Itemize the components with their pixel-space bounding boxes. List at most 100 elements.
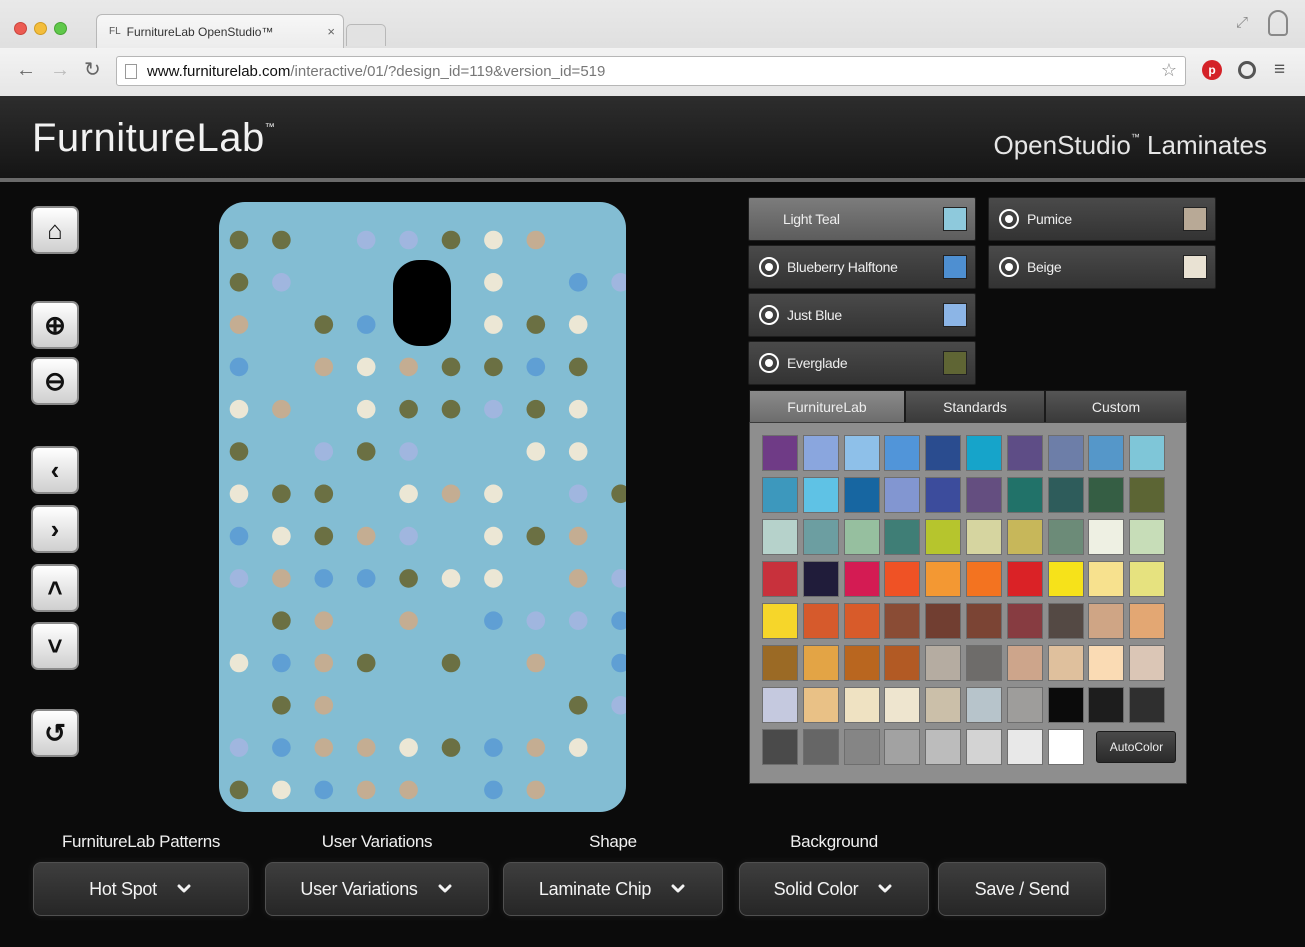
reload-icon[interactable]: ↻	[84, 60, 101, 80]
dropdown-user-variations[interactable]: User Variations	[265, 862, 489, 916]
color-slot[interactable]: Just Blue	[748, 293, 976, 337]
color-slot[interactable]: Everglade	[748, 341, 976, 385]
color-swatch[interactable]	[1047, 687, 1084, 723]
arrow-right-button[interactable]: ›	[31, 505, 79, 553]
color-swatch[interactable]	[884, 645, 921, 681]
color-swatch[interactable]	[802, 687, 839, 723]
tab-close-icon[interactable]: ×	[327, 24, 343, 39]
color-swatch[interactable]	[1047, 645, 1084, 681]
dropdown-furniturelab-patterns[interactable]: Hot Spot	[33, 862, 249, 916]
color-swatch[interactable]	[1088, 645, 1125, 681]
color-swatch[interactable]	[1129, 519, 1166, 555]
color-swatch[interactable]	[802, 645, 839, 681]
color-swatch[interactable]	[1047, 435, 1084, 471]
color-swatch[interactable]	[762, 687, 798, 723]
tab-standards[interactable]: Standards	[905, 390, 1045, 422]
color-swatch[interactable]	[802, 603, 839, 639]
color-swatch[interactable]	[1006, 435, 1043, 471]
color-swatch[interactable]	[762, 603, 798, 639]
color-swatch[interactable]	[1129, 477, 1166, 513]
color-swatch[interactable]	[966, 687, 1002, 723]
color-swatch[interactable]	[802, 519, 839, 555]
color-swatch[interactable]	[1047, 519, 1084, 555]
color-swatch[interactable]	[1006, 729, 1043, 765]
color-swatch[interactable]	[925, 435, 962, 471]
color-swatch[interactable]	[1006, 519, 1043, 555]
color-swatch[interactable]	[843, 435, 880, 471]
color-swatch[interactable]	[1129, 435, 1166, 471]
autocolor-button[interactable]: AutoColor	[1096, 731, 1177, 763]
color-swatch[interactable]	[762, 561, 798, 597]
back-icon[interactable]: ←	[16, 60, 36, 80]
color-swatch[interactable]	[802, 477, 839, 513]
color-swatch[interactable]	[925, 519, 962, 555]
tab-custom[interactable]: Custom	[1045, 390, 1187, 422]
color-swatch[interactable]	[1047, 561, 1084, 597]
color-swatch[interactable]	[1088, 561, 1125, 597]
color-swatch[interactable]	[884, 603, 921, 639]
color-swatch[interactable]	[925, 561, 962, 597]
color-swatch[interactable]	[925, 687, 962, 723]
radio-button[interactable]	[759, 257, 779, 277]
reset-button[interactable]: ↺	[31, 709, 79, 757]
home-button[interactable]: ⌂	[31, 206, 79, 254]
color-swatch[interactable]	[1047, 477, 1084, 513]
close-window-button[interactable]	[14, 22, 27, 35]
tab-furniturelab[interactable]: FurnitureLab	[749, 390, 905, 422]
color-swatch[interactable]	[843, 561, 880, 597]
arrow-down-button[interactable]: ˅	[31, 622, 79, 670]
color-swatch[interactable]	[802, 561, 839, 597]
zoom-in-button[interactable]: ⊕	[31, 301, 79, 349]
color-slot[interactable]: Beige	[988, 245, 1216, 289]
zoom-window-button[interactable]	[54, 22, 67, 35]
color-swatch[interactable]	[1129, 561, 1166, 597]
color-swatch[interactable]	[1047, 603, 1084, 639]
menu-icon[interactable]: ≡	[1274, 60, 1285, 80]
color-swatch[interactable]	[762, 435, 798, 471]
color-swatch[interactable]	[843, 645, 880, 681]
color-swatch[interactable]	[884, 729, 921, 765]
color-swatch[interactable]	[966, 519, 1002, 555]
bookmark-star-icon[interactable]: ☆	[1161, 60, 1177, 81]
color-slot[interactable]: Blueberry Halftone	[748, 245, 976, 289]
color-swatch[interactable]	[1088, 477, 1125, 513]
color-swatch[interactable]	[1006, 561, 1043, 597]
fullscreen-icon[interactable]: ⤢	[1236, 14, 1248, 31]
arrow-up-button[interactable]: ˄	[31, 564, 79, 612]
color-swatch[interactable]	[843, 477, 880, 513]
radio-button[interactable]	[759, 305, 779, 325]
color-slot[interactable]: Pumice	[988, 197, 1216, 241]
color-swatch[interactable]	[884, 561, 921, 597]
color-swatch[interactable]	[1006, 687, 1043, 723]
color-swatch[interactable]	[925, 645, 962, 681]
color-swatch[interactable]	[843, 729, 880, 765]
color-swatch[interactable]	[1088, 603, 1125, 639]
color-swatch[interactable]	[884, 435, 921, 471]
color-swatch[interactable]	[884, 687, 921, 723]
dropdown-shape[interactable]: Laminate Chip	[503, 862, 723, 916]
new-tab-button[interactable]	[346, 24, 386, 46]
color-swatch[interactable]	[762, 477, 798, 513]
color-swatch[interactable]	[884, 477, 921, 513]
color-swatch[interactable]	[762, 729, 798, 765]
save-send-button[interactable]: Save / Send	[938, 862, 1106, 916]
color-swatch[interactable]	[966, 729, 1002, 765]
color-swatch[interactable]	[802, 729, 839, 765]
radio-button[interactable]	[759, 353, 779, 373]
address-bar[interactable]: www.furniturelab.com /interactive/01/?de…	[116, 56, 1186, 86]
color-swatch[interactable]	[1129, 687, 1166, 723]
arrow-left-button[interactable]: ‹	[31, 446, 79, 494]
color-swatch[interactable]	[1006, 645, 1043, 681]
radio-button[interactable]	[999, 257, 1019, 277]
forward-icon[interactable]: →	[50, 60, 70, 80]
color-swatch[interactable]	[966, 603, 1002, 639]
extension-circle-icon[interactable]	[1238, 61, 1256, 79]
color-swatch[interactable]	[843, 603, 880, 639]
color-swatch[interactable]	[802, 435, 839, 471]
color-swatch[interactable]	[1088, 519, 1125, 555]
color-swatch[interactable]	[1047, 729, 1084, 765]
color-swatch[interactable]	[1129, 645, 1166, 681]
pattern-canvas[interactable]	[219, 202, 626, 812]
color-swatch[interactable]	[843, 519, 880, 555]
minimize-window-button[interactable]	[34, 22, 47, 35]
